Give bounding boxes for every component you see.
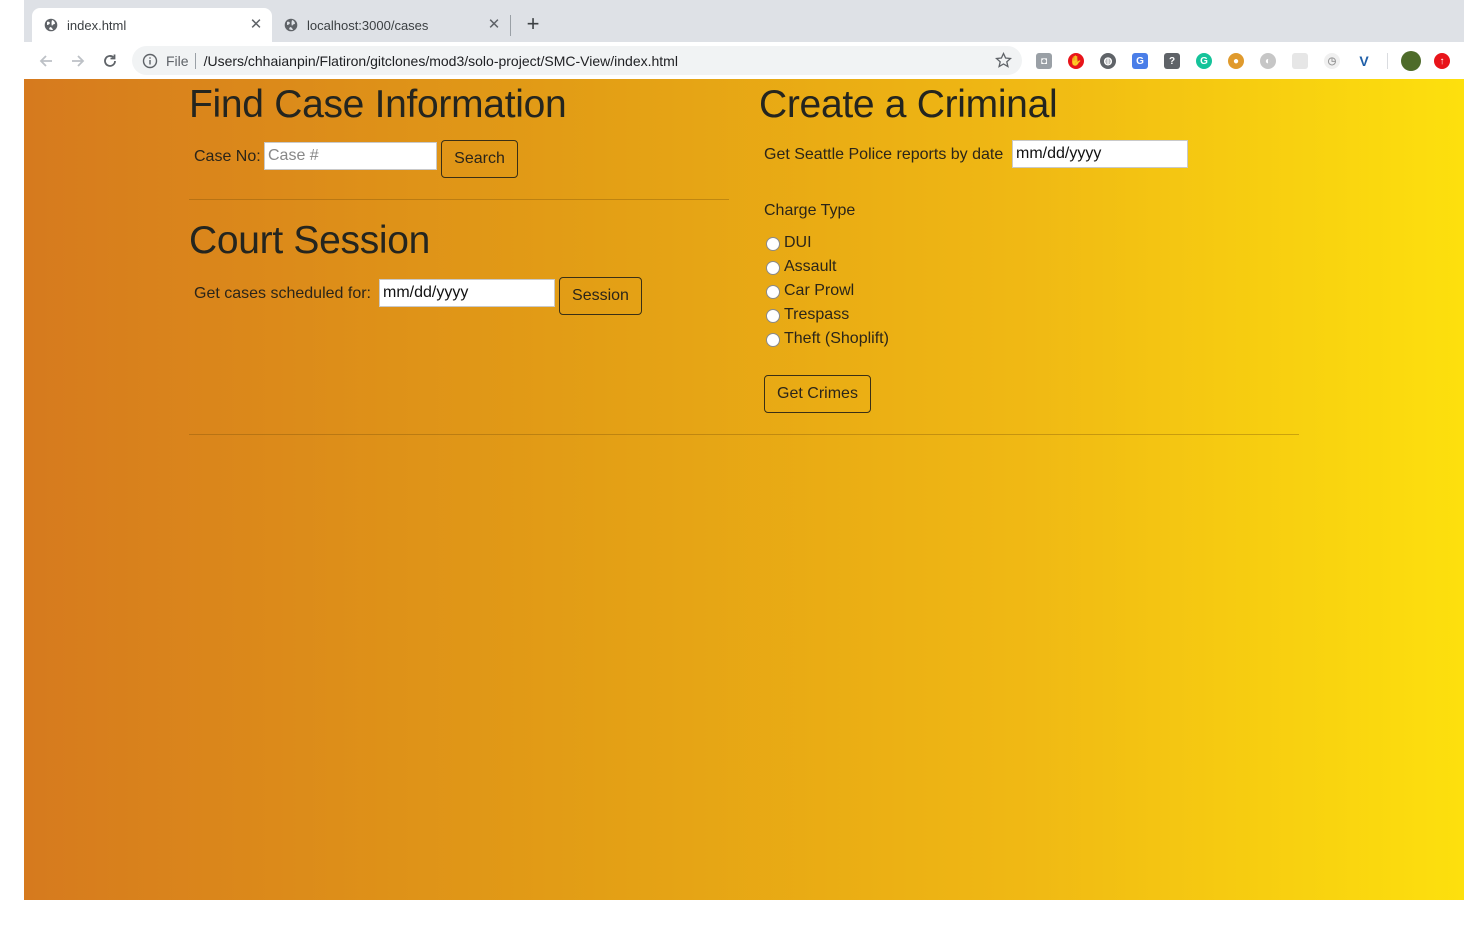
reload-button[interactable] bbox=[99, 50, 121, 72]
charge-option-label: Theft (Shoplift) bbox=[784, 330, 889, 347]
globe-icon bbox=[284, 18, 298, 32]
tab-title: localhost:3000/cases bbox=[307, 17, 429, 33]
close-icon[interactable]: ✕ bbox=[248, 17, 264, 33]
scheme-label: File bbox=[166, 52, 189, 69]
case-number-input[interactable] bbox=[264, 142, 437, 170]
disable-icon[interactable]: ◐ bbox=[1260, 53, 1276, 69]
radio-button[interactable] bbox=[766, 333, 780, 347]
star-icon[interactable] bbox=[995, 52, 1012, 69]
browser-toolbar: File /Users/chhaianpin/Flatiron/gitclone… bbox=[24, 42, 1464, 80]
globe-icon bbox=[44, 18, 58, 32]
info-icon[interactable] bbox=[142, 53, 158, 69]
section-divider bbox=[189, 199, 729, 200]
create-criminal-heading: Create a Criminal bbox=[759, 83, 1058, 126]
radio-button[interactable] bbox=[766, 285, 780, 299]
help-icon[interactable]: ? bbox=[1164, 53, 1180, 69]
web-icon[interactable]: ◍ bbox=[1100, 53, 1116, 69]
address-divider bbox=[194, 52, 196, 69]
profile-avatar[interactable] bbox=[1401, 51, 1421, 71]
forward-button[interactable] bbox=[67, 50, 89, 72]
court-session-heading: Court Session bbox=[189, 219, 431, 262]
charge-option-label: Trespass bbox=[784, 306, 850, 323]
police-report-date-input[interactable] bbox=[1012, 140, 1188, 168]
camera-icon[interactable]: ◘ bbox=[1036, 53, 1052, 69]
toolbar-divider bbox=[1387, 53, 1388, 69]
radio-button[interactable] bbox=[766, 237, 780, 251]
cookie-icon[interactable]: ● bbox=[1228, 53, 1244, 69]
radio-button[interactable] bbox=[766, 309, 780, 323]
arrow-right-icon bbox=[72, 55, 85, 67]
section-divider bbox=[189, 434, 1299, 435]
update-icon[interactable]: ↑ bbox=[1434, 53, 1450, 69]
session-button[interactable]: Session bbox=[559, 277, 642, 315]
charge-option-label: Assault bbox=[784, 258, 837, 275]
radio-button[interactable] bbox=[766, 261, 780, 275]
charge-option-theft[interactable]: Theft (Shoplift) bbox=[766, 330, 889, 348]
search-button[interactable]: Search bbox=[441, 140, 518, 178]
adblock-icon[interactable]: ✋ bbox=[1068, 53, 1084, 69]
timer-icon[interactable]: ◷ bbox=[1324, 53, 1340, 69]
vue-devtools-icon[interactable]: V bbox=[1356, 53, 1372, 69]
charge-option-trespass[interactable]: Trespass bbox=[766, 306, 849, 324]
charge-option-label: DUI bbox=[784, 234, 812, 251]
charge-type-label: Charge Type bbox=[764, 202, 856, 219]
case-no-label: Case No: bbox=[194, 148, 261, 165]
get-crimes-button[interactable]: Get Crimes bbox=[764, 375, 871, 413]
session-date-input[interactable] bbox=[379, 279, 555, 307]
new-tab-button[interactable]: + bbox=[521, 13, 545, 37]
find-case-heading: Find Case Information bbox=[189, 83, 567, 126]
back-button[interactable] bbox=[35, 50, 57, 72]
tab-separator bbox=[510, 15, 511, 36]
tab-strip: index.html ✕ localhost:3000/cases ✕ + bbox=[24, 0, 1464, 42]
charge-option-label: Car Prowl bbox=[784, 282, 855, 299]
tab-title: index.html bbox=[67, 17, 127, 33]
close-icon[interactable]: ✕ bbox=[486, 17, 502, 33]
police-reports-label: Get Seattle Police reports by date bbox=[764, 146, 1004, 163]
translate-icon[interactable]: G bbox=[1132, 53, 1148, 69]
page-content: Find Case Information Case No: Search Co… bbox=[24, 79, 1464, 900]
url-text[interactable]: /Users/chhaianpin/Flatiron/gitclones/mod… bbox=[204, 53, 678, 69]
browser-window: index.html ✕ localhost:3000/cases ✕ + Fi… bbox=[24, 0, 1464, 900]
tab-localhost[interactable]: localhost:3000/cases ✕ bbox=[272, 8, 510, 42]
charge-option-assault[interactable]: Assault bbox=[766, 258, 836, 276]
charge-option-car-prowl[interactable]: Car Prowl bbox=[766, 282, 854, 300]
charge-option-dui[interactable]: DUI bbox=[766, 234, 812, 252]
session-date-label: Get cases scheduled for: bbox=[194, 285, 371, 302]
tab-index[interactable]: index.html ✕ bbox=[32, 8, 272, 42]
arrow-left-icon bbox=[39, 55, 52, 67]
blank-icon[interactable] bbox=[1292, 53, 1308, 69]
grammarly-icon[interactable]: G bbox=[1196, 53, 1212, 69]
address-bar[interactable]: File /Users/chhaianpin/Flatiron/gitclone… bbox=[132, 46, 1022, 75]
reload-icon bbox=[104, 54, 116, 67]
